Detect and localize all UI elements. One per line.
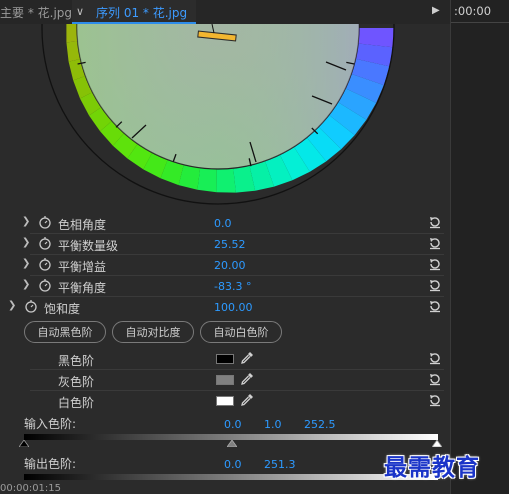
expand-chevron-icon[interactable]: ❯ — [22, 216, 30, 227]
input-black-value[interactable]: 0.0 — [224, 418, 242, 431]
auto-contrast-button[interactable]: 自动对比度 — [112, 321, 194, 343]
timeline-ruler — [451, 22, 509, 23]
output-white-value[interactable]: 251.3 — [264, 458, 296, 471]
property-row-balance-magnitude: ❯ 平衡数量级 25.52 — [0, 234, 450, 255]
property-value[interactable]: -83.3 ° — [214, 280, 251, 293]
expand-chevron-icon[interactable]: ❯ — [8, 300, 16, 311]
reset-icon[interactable] — [428, 299, 442, 313]
output-levels-label: 输出色阶: — [24, 457, 77, 471]
panel-tab-bar: 主要 * 花.jpg ∨ 序列 01 * 花.jpg ▶ — [0, 0, 450, 25]
input-gamma-handle[interactable] — [227, 440, 237, 447]
property-row-balance-gain: ❯ 平衡增益 20.00 — [0, 255, 450, 276]
current-timecode: 00:00:01:15 — [0, 483, 62, 494]
property-value[interactable]: 25.52 — [214, 238, 246, 251]
expand-chevron-icon[interactable]: ❯ — [22, 237, 30, 248]
property-label: 饱和度 — [44, 302, 81, 316]
reset-icon[interactable] — [428, 351, 442, 365]
eyedropper-icon[interactable] — [240, 372, 254, 386]
stopwatch-icon[interactable] — [38, 215, 52, 229]
black-level-label: 黑色阶 — [58, 354, 95, 368]
white-level-row: 白色阶 — [0, 391, 450, 412]
expand-chevron-icon[interactable]: ❯ — [22, 279, 30, 290]
timeline-timecode: :00:00 — [454, 4, 492, 18]
stopwatch-icon[interactable] — [38, 257, 52, 271]
property-label: 平衡角度 — [58, 281, 107, 295]
tab-sequence-clip[interactable]: ∨ 序列 01 * 花.jpg — [72, 0, 196, 24]
property-label: 色相角度 — [58, 218, 107, 232]
black-level-row: 黑色阶 — [0, 349, 450, 370]
reset-icon[interactable] — [428, 257, 442, 271]
eyedropper-icon[interactable] — [240, 393, 254, 407]
black-level-swatch[interactable] — [216, 354, 234, 364]
input-levels-label: 输入色阶: — [24, 417, 77, 431]
stopwatch-icon[interactable] — [38, 236, 52, 250]
property-value[interactable]: 0.0 — [214, 217, 232, 230]
play-triangle-icon[interactable]: ▶ — [432, 5, 440, 16]
reset-icon[interactable] — [428, 215, 442, 229]
white-level-swatch[interactable] — [216, 396, 234, 406]
auto-white-level-button[interactable]: 自动白色阶 — [200, 321, 282, 343]
reset-icon[interactable] — [428, 278, 442, 292]
stopwatch-icon[interactable] — [38, 278, 52, 292]
gray-level-row: 灰色阶 — [0, 370, 450, 391]
input-white-handle[interactable] — [432, 440, 442, 447]
timeline-strip[interactable]: :00:00 — [450, 0, 509, 494]
effect-controls-panel: ❯ 色相角度 0.0 ❯ 平衡数量级 25.52 ❯ 平衡增益 20.00 ❯ … — [0, 24, 450, 494]
chevron-down-icon[interactable]: ∨ — [76, 5, 84, 18]
reset-icon[interactable] — [428, 236, 442, 250]
expand-chevron-icon[interactable]: ❯ — [22, 258, 30, 269]
reset-icon[interactable] — [428, 393, 442, 407]
output-levels-gradient[interactable] — [24, 474, 438, 480]
gray-level-swatch[interactable] — [216, 375, 234, 385]
reset-icon[interactable] — [428, 372, 442, 386]
input-white-value[interactable]: 252.5 — [304, 418, 336, 431]
property-value[interactable]: 20.00 — [214, 259, 246, 272]
property-row-hue-angle: ❯ 色相角度 0.0 — [0, 213, 450, 234]
property-row-saturation: ❯ 饱和度 100.00 — [0, 297, 450, 318]
stopwatch-icon[interactable] — [24, 299, 38, 313]
tab-main-clip[interactable]: 主要 * 花.jpg — [0, 4, 72, 21]
property-label: 平衡增益 — [58, 260, 107, 274]
balance-color-wheel[interactable] — [0, 24, 450, 216]
input-black-handle[interactable] — [19, 440, 29, 447]
watermark-logo: 最需教育 — [384, 454, 480, 481]
property-label: 平衡数量级 — [58, 239, 119, 253]
white-level-label: 白色阶 — [58, 396, 95, 410]
gray-level-label: 灰色阶 — [58, 375, 95, 389]
input-gamma-value[interactable]: 1.0 — [264, 418, 282, 431]
property-row-balance-angle: ❯ 平衡角度 -83.3 ° — [0, 276, 450, 297]
auto-black-level-button[interactable]: 自动黑色阶 — [24, 321, 106, 343]
tab-sequence-label: 序列 01 * 花.jpg — [96, 6, 188, 20]
property-value[interactable]: 100.00 — [214, 301, 253, 314]
eyedropper-icon[interactable] — [240, 351, 254, 365]
output-black-value[interactable]: 0.0 — [224, 458, 242, 471]
